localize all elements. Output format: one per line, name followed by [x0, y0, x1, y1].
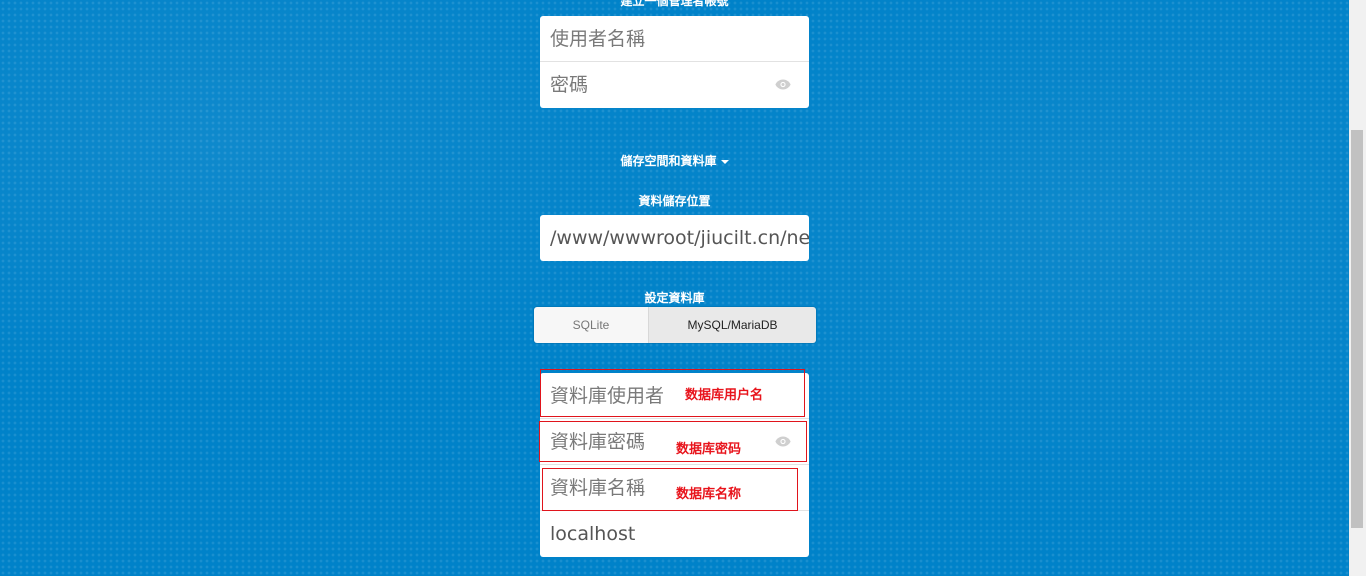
storage-database-toggle[interactable]: 儲存空間和資料庫 — [540, 152, 809, 169]
db-option-mysql-mariadb[interactable]: MySQL/MariaDB — [648, 307, 816, 343]
data-directory-input[interactable]: /www/wwwroot/jiucilt.cn/ne — [540, 215, 809, 261]
db-host-field[interactable]: localhost — [540, 511, 809, 557]
data-directory-label: 資料儲存位置 — [638, 194, 711, 208]
admin-password-placeholder: 密碼 — [550, 74, 589, 96]
eye-icon[interactable] — [775, 79, 791, 90]
admin-username-field[interactable]: 使用者名稱 — [540, 16, 809, 62]
data-directory-group: /www/wwwroot/jiucilt.cn/ne — [540, 215, 809, 261]
caret-down-icon — [720, 159, 729, 164]
annotation-db-user: 数据库用户名 — [685, 388, 764, 403]
annotation-box-db-password — [539, 421, 807, 462]
annotation-box-db-user — [540, 369, 805, 417]
admin-account-heading: 建立一個管理者帳號 — [620, 0, 729, 8]
database-type-switch: SQLite MySQL/MariaDB — [534, 307, 816, 343]
page-scrollbar[interactable] — [1349, 0, 1366, 576]
annotation-box-db-name — [542, 468, 798, 511]
admin-credentials-group: 使用者名稱 密碼 — [540, 16, 809, 108]
database-config-label: 設定資料庫 — [644, 291, 705, 305]
admin-password-field[interactable]: 密碼 — [540, 62, 809, 108]
annotation-db-name: 数据库名称 — [676, 487, 742, 502]
annotation-db-password: 数据库密码 — [676, 442, 742, 457]
storage-database-label: 儲存空間和資料庫 — [620, 154, 717, 168]
scrollbar-thumb[interactable] — [1351, 130, 1363, 528]
db-option-sqlite[interactable]: SQLite — [534, 307, 648, 343]
